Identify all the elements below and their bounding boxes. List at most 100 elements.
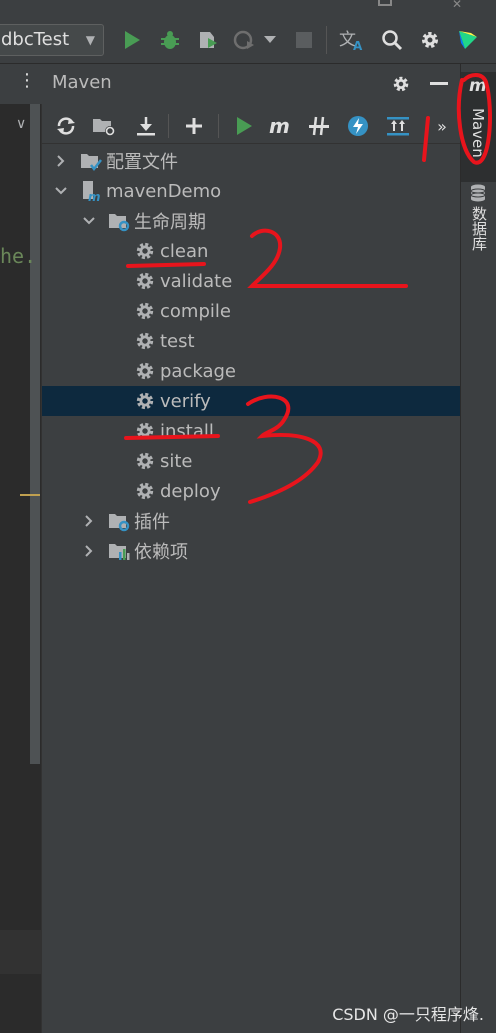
tree-node[interactable]: 配置文件	[42, 146, 460, 176]
window-close-icon[interactable]: ✕	[452, 0, 462, 10]
maven-project-icon: m	[80, 180, 102, 202]
lifecycle-folder-icon	[108, 210, 130, 232]
plugins-folder-icon	[108, 510, 130, 532]
translate-icon[interactable]: 文A	[338, 26, 366, 54]
tree-item-label: mavenDemo	[106, 180, 222, 202]
maven-tool-window: Maven m » 配置文件 m mavenDemo 生命周期 clean va…	[42, 64, 460, 1033]
database-side-tab[interactable]: 数据库	[461, 184, 496, 294]
tree-node[interactable]: m mavenDemo	[42, 176, 460, 206]
add-maven-project-icon[interactable]	[180, 112, 208, 140]
tree-item-label: install	[160, 420, 214, 442]
download-sources-icon[interactable]	[132, 112, 160, 140]
run-configuration-selector[interactable]: dbcTest ▼	[0, 24, 104, 56]
watermark: CSDN @一只程序烽.	[332, 1005, 484, 1024]
more-vertical-icon[interactable]: ⋮	[18, 70, 36, 91]
svg-text:A: A	[353, 39, 363, 52]
lifecycle-goal-item[interactable]: validate	[42, 266, 460, 296]
chevron-down-icon[interactable]: ∨	[16, 116, 26, 132]
settings-gear-icon[interactable]	[416, 26, 444, 54]
maven-side-tab[interactable]: m Maven	[461, 72, 496, 182]
maven-project-tree: 配置文件 m mavenDemo 生命周期 clean validate compile te…	[42, 146, 460, 566]
lifecycle-goal-item[interactable]: compile	[42, 296, 460, 326]
chevron-right-icon[interactable]	[82, 544, 96, 558]
lifecycle-goal-item[interactable]: clean	[42, 236, 460, 266]
debug-icon[interactable]	[156, 26, 184, 54]
editor-tabs-more[interactable]: ⋮	[0, 64, 42, 104]
chevron-right-icon[interactable]	[54, 154, 68, 168]
lifecycle-goal-item[interactable]: deploy	[42, 476, 460, 506]
gear-icon	[134, 360, 156, 382]
chevron-down-icon: ▼	[85, 33, 95, 47]
gear-icon	[134, 450, 156, 472]
hide-panel-icon[interactable]	[425, 70, 453, 98]
tree-item-label: 生命周期	[134, 212, 206, 233]
lifecycle-goal-item[interactable]: test	[42, 326, 460, 356]
maven-panel-header: Maven	[42, 64, 460, 104]
show-dependencies-icon[interactable]	[384, 112, 412, 140]
profiles-folder-icon	[80, 150, 102, 172]
maven-tab-label: Maven	[469, 108, 487, 158]
toolbar-separator	[326, 26, 327, 54]
database-icon	[470, 184, 486, 202]
tree-node[interactable]: 依赖项	[42, 536, 460, 566]
skip-tests-icon[interactable]	[344, 112, 372, 140]
gear-icon	[134, 390, 156, 412]
run-with-coverage-icon[interactable]	[194, 26, 222, 54]
window-restore-icon[interactable]	[378, 0, 392, 6]
toolbox-app-icon[interactable]	[454, 26, 482, 54]
chevron-right-icon[interactable]	[82, 514, 96, 528]
editor-bottom-bar	[0, 930, 42, 974]
gear-icon	[134, 240, 156, 262]
panel-settings-gear-icon[interactable]	[387, 70, 415, 98]
lifecycle-goal-item[interactable]: verify	[42, 386, 460, 416]
tree-item-label: validate	[160, 270, 233, 292]
more-actions-chevron-icon[interactable]: »	[432, 112, 452, 140]
gear-icon	[134, 420, 156, 442]
generate-sources-icon[interactable]	[90, 112, 118, 140]
right-tool-strip: m Maven 数据库	[460, 64, 496, 1033]
search-icon[interactable]	[378, 26, 406, 54]
tree-item-label: site	[160, 450, 193, 472]
gear-icon	[134, 480, 156, 502]
tree-item-label: 插件	[134, 512, 170, 533]
lifecycle-goal-item[interactable]: site	[42, 446, 460, 476]
chevron-down-icon[interactable]	[260, 26, 280, 54]
chevron-down-icon[interactable]	[54, 184, 68, 198]
gear-icon	[134, 300, 156, 322]
svg-text:m: m	[269, 115, 290, 137]
svg-text:m: m	[88, 190, 101, 202]
stop-icon[interactable]	[290, 26, 318, 54]
toggle-offline-mode-icon[interactable]	[305, 112, 333, 140]
reload-icon[interactable]	[52, 112, 80, 140]
panel-title: Maven	[52, 72, 112, 93]
gear-icon	[134, 270, 156, 292]
tree-node[interactable]: 插件	[42, 506, 460, 536]
tree-item-label: clean	[160, 240, 209, 262]
database-tab-label: 数据库	[470, 206, 488, 251]
tree-item-label: verify	[160, 390, 211, 412]
lifecycle-goal-item[interactable]: package	[42, 356, 460, 386]
gear-icon	[134, 330, 156, 352]
main-toolbar: dbcTest ▼ 文A ✕	[0, 0, 496, 64]
tree-item-label: test	[160, 330, 195, 352]
toolbar-separator	[168, 114, 169, 138]
lifecycle-goal-item[interactable]: install	[42, 416, 460, 446]
tree-item-label: compile	[160, 300, 231, 322]
tree-node[interactable]: 生命周期	[42, 206, 460, 236]
run-maven-build-icon[interactable]	[230, 112, 258, 140]
tree-item-label: deploy	[160, 480, 221, 502]
maven-toolbar: m »	[42, 108, 460, 144]
dependencies-folder-icon	[108, 540, 130, 562]
editor-marker	[20, 494, 40, 496]
toolbar-separator	[218, 114, 219, 138]
profiler-icon[interactable]	[230, 26, 258, 54]
execute-maven-goal-icon[interactable]: m	[267, 112, 295, 140]
editor-scrollbar[interactable]	[30, 104, 40, 764]
tree-item-label: 依赖项	[134, 542, 188, 563]
chevron-down-icon[interactable]	[82, 214, 96, 228]
maven-logo-icon: m	[469, 76, 487, 96]
tree-item-label: package	[160, 360, 236, 382]
code-fragment: he.	[0, 244, 37, 268]
tree-item-label: 配置文件	[106, 152, 178, 173]
run-icon[interactable]	[118, 26, 146, 54]
